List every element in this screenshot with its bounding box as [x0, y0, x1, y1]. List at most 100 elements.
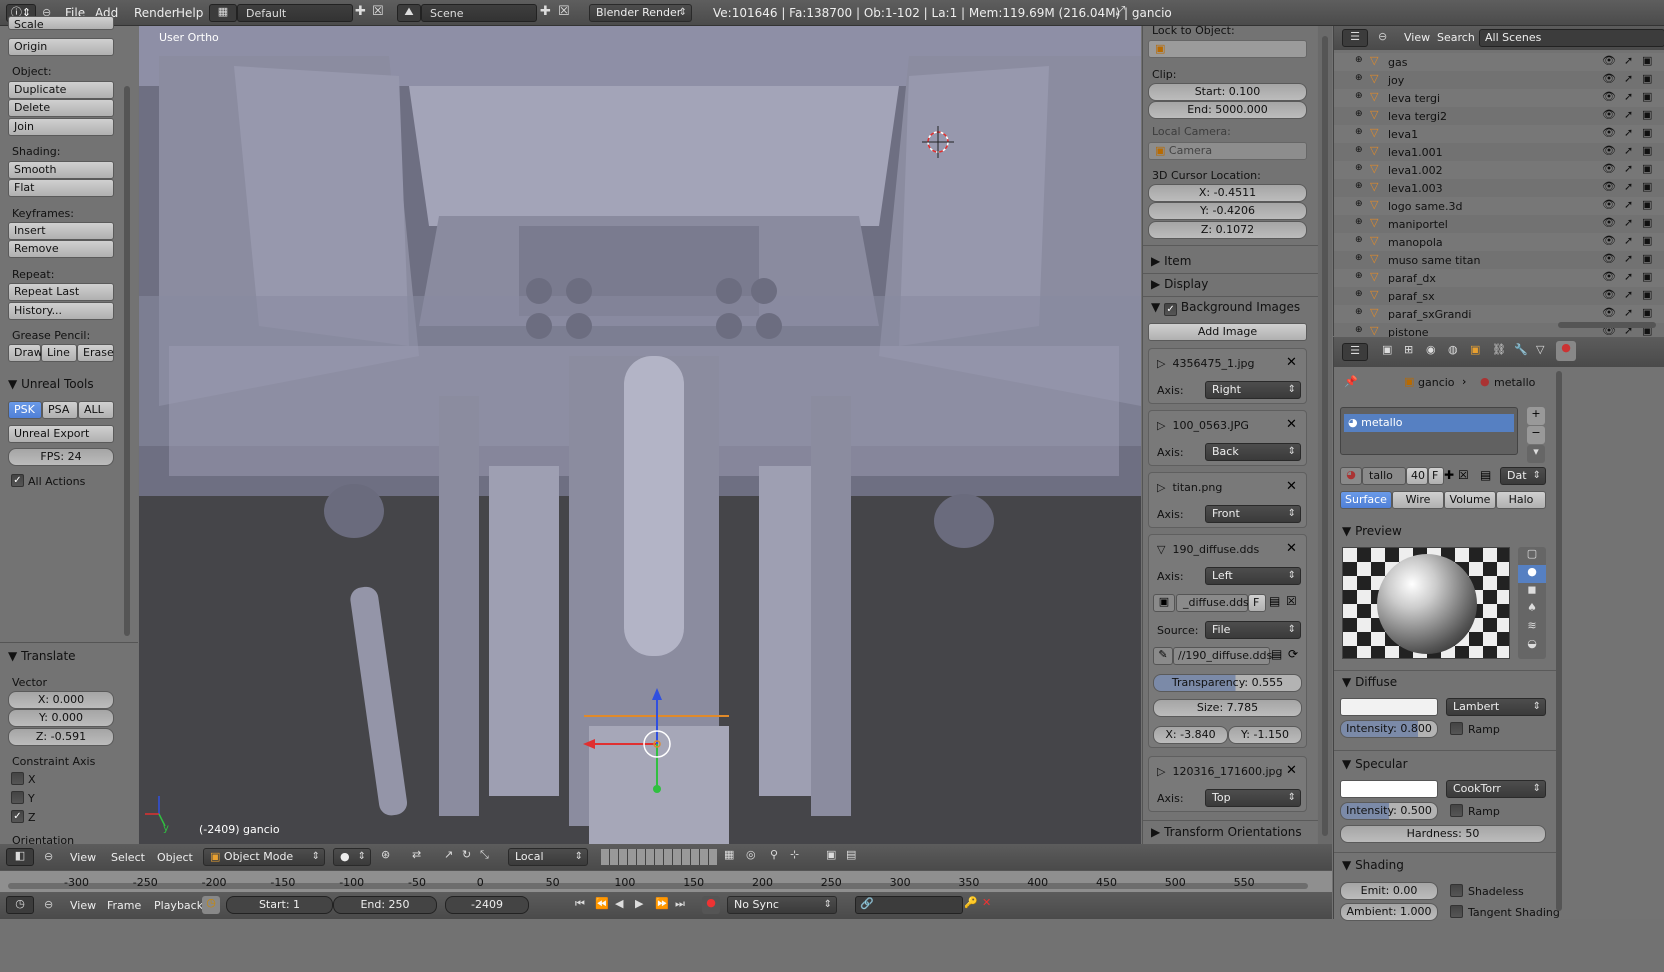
background-images-header[interactable]: ▼ ✓ Background Images — [1151, 300, 1300, 316]
renderable-camera-icon[interactable]: ▣ — [1642, 72, 1652, 85]
specular-intensity-slider[interactable]: Intensity: 0.500 — [1340, 802, 1438, 820]
selectable-cursor-icon[interactable]: ➚ — [1624, 180, 1633, 193]
visibility-eye-icon[interactable]: 👁 — [1602, 90, 1616, 103]
shading-header[interactable]: ▼ Shading — [1342, 858, 1404, 872]
clip-start-field[interactable]: Start: 0.100 — [1148, 83, 1307, 101]
clip-end-field[interactable]: End: 5000.000 — [1148, 101, 1307, 119]
layout-icon[interactable]: ▦ — [209, 4, 237, 22]
timeline-frame-menu[interactable]: Frame — [107, 899, 141, 912]
preview-range-icon[interactable]: ◷ — [202, 896, 220, 914]
image-fake-user-button[interactable]: F — [1248, 594, 1266, 612]
path-browse-icon[interactable]: ▤ — [1271, 647, 1282, 661]
current-frame-field[interactable]: -2409 — [445, 896, 529, 914]
preview-flat-icon[interactable]: ▢ — [1518, 547, 1546, 565]
specular-ramp-checkbox[interactable] — [1450, 804, 1463, 817]
outliner-item[interactable]: ⊕ ▽ gas 👁 ➚ ▣ — [1334, 53, 1664, 71]
psk-tab[interactable]: PSK — [8, 401, 42, 419]
scene-selector[interactable]: Scene — [421, 4, 537, 22]
renderable-camera-icon[interactable]: ▣ — [1642, 270, 1652, 283]
material-name-field[interactable]: tallo — [1362, 467, 1406, 485]
collapse-icon[interactable]: ⊖ — [44, 898, 53, 911]
duplicate-button[interactable]: Duplicate — [8, 81, 114, 99]
transparency-slider[interactable]: Transparency: 0.555 — [1153, 674, 1302, 692]
translate-header[interactable]: ▼ Translate — [8, 649, 76, 663]
record-icon[interactable]: ● — [702, 896, 720, 914]
sync-select[interactable]: No Sync — [727, 896, 837, 914]
viewport-view-menu[interactable]: View — [70, 851, 96, 864]
axis-2-select[interactable]: Back — [1205, 443, 1301, 461]
outliner-item[interactable]: ⊕ ▽ paraf_dx 👁 ➚ ▣ — [1334, 269, 1664, 287]
expand-icon[interactable]: ⊕ — [1355, 199, 1363, 209]
diffuse-shader-select[interactable]: Lambert — [1446, 698, 1546, 716]
expand-icon[interactable]: ⊕ — [1355, 307, 1363, 317]
diffuse-header[interactable]: ▼ Diffuse — [1342, 675, 1397, 689]
selectable-cursor-icon[interactable]: ➚ — [1624, 288, 1633, 301]
constraint-y-checkbox[interactable] — [11, 791, 24, 804]
layout-selector[interactable]: Default — [237, 4, 353, 22]
constraint-z-checkbox[interactable]: ✓ — [11, 810, 24, 823]
expand-icon[interactable]: ⊕ — [1355, 289, 1363, 299]
repeat-last-button[interactable]: Repeat Last — [8, 283, 114, 301]
visibility-eye-icon[interactable]: 👁 — [1602, 252, 1616, 265]
object-tab-icon[interactable]: ▣ — [1470, 343, 1480, 356]
outliner-item[interactable]: ⊕ ▽ leva1.001 👁 ➚ ▣ — [1334, 143, 1664, 161]
proportional-edit-icon[interactable]: ◎ — [746, 848, 756, 861]
image-open-icon[interactable]: ▤ — [1269, 594, 1280, 608]
visibility-eye-icon[interactable]: 👁 — [1602, 288, 1616, 301]
visibility-eye-icon[interactable]: 👁 — [1602, 198, 1616, 211]
item-panel-header[interactable]: ▶ Item — [1151, 254, 1191, 268]
halo-tab[interactable]: Halo — [1496, 491, 1546, 509]
diffuse-intensity-slider[interactable]: Intensity: 0.800 — [1340, 720, 1438, 738]
viewport-editor-icon[interactable]: ◧ — [6, 848, 34, 866]
visibility-eye-icon[interactable]: 👁 — [1602, 54, 1616, 67]
renderable-camera-icon[interactable]: ▣ — [1642, 90, 1652, 103]
outliner-item[interactable]: ⊕ ▽ manopola 👁 ➚ ▣ — [1334, 233, 1664, 251]
selectable-cursor-icon[interactable]: ➚ — [1624, 54, 1633, 67]
translate-gizmo-icon[interactable]: ↗ — [444, 848, 453, 861]
cursor-x-field[interactable]: X: -0.4511 — [1148, 184, 1307, 202]
expand-icon[interactable]: ⊕ — [1355, 55, 1363, 65]
axis-4-select[interactable]: Left — [1205, 567, 1301, 585]
jump-end-icon[interactable]: ⏭ — [675, 897, 685, 911]
smooth-button[interactable]: Smooth — [8, 161, 114, 179]
preview-cube-icon[interactable]: ◼ — [1518, 583, 1546, 601]
selectable-cursor-icon[interactable]: ➚ — [1624, 72, 1633, 85]
size-field[interactable]: Size: 7.785 — [1153, 699, 1302, 717]
background-images-checkbox[interactable]: ✓ — [1164, 303, 1178, 316]
axis-1-select[interactable]: Right — [1205, 381, 1301, 399]
fps-field[interactable]: FPS: 24 — [8, 448, 114, 466]
material-new-icon[interactable]: ✚ — [1444, 468, 1454, 482]
data-tab-icon[interactable]: ▽ — [1536, 343, 1544, 356]
shadeless-checkbox[interactable] — [1450, 884, 1463, 897]
outliner-item[interactable]: ⊕ ▽ leva1.002 👁 ➚ ▣ — [1334, 161, 1664, 179]
selectable-cursor-icon[interactable]: ➚ — [1624, 216, 1633, 229]
material-fake-user-button[interactable]: F — [1428, 467, 1444, 485]
selectable-cursor-icon[interactable]: ➚ — [1624, 162, 1633, 175]
outliner-item[interactable]: ⊕ ▽ leva1.003 👁 ➚ ▣ — [1334, 179, 1664, 197]
viewport-select-menu[interactable]: Select — [111, 851, 145, 864]
snap-target-icon[interactable]: ⊹ — [790, 848, 799, 861]
world-tab-icon[interactable]: ◍ — [1448, 343, 1458, 356]
outliner-scope-select[interactable]: All Scenes — [1479, 29, 1664, 47]
psa-tab[interactable]: PSA — [42, 401, 78, 419]
timeline-editor-icon[interactable]: ◷ — [6, 896, 34, 914]
vector-x-field[interactable]: X: 0.000 — [8, 691, 114, 709]
history-button[interactable]: History... — [8, 302, 114, 320]
render-engine-select[interactable]: Blender Render — [589, 4, 692, 22]
scale-gizmo-icon[interactable]: ⤡ — [480, 848, 489, 862]
viewport-object-menu[interactable]: Object — [157, 851, 193, 864]
properties-editor-icon[interactable]: ☰ — [1342, 343, 1368, 361]
visibility-eye-icon[interactable]: 👁 — [1602, 270, 1616, 283]
vector-z-field[interactable]: Z: -0.591 — [8, 728, 114, 746]
scale-button[interactable]: Scale — [8, 16, 114, 31]
visibility-eye-icon[interactable]: 👁 — [1602, 216, 1616, 229]
close-layout-icon[interactable]: ☒ — [372, 4, 384, 19]
material-unlink-icon[interactable]: ☒ — [1458, 468, 1469, 482]
specular-shader-select[interactable]: CookTorr — [1446, 780, 1546, 798]
volume-tab[interactable]: Volume — [1444, 491, 1496, 509]
renderable-camera-icon[interactable]: ▣ — [1642, 162, 1652, 175]
remove-keyframe-button[interactable]: Remove — [8, 240, 114, 258]
wire-tab[interactable]: Wire — [1392, 491, 1444, 509]
transform-orientations-header[interactable]: ▶ Transform Orientations — [1151, 825, 1302, 839]
selectable-cursor-icon[interactable]: ➚ — [1624, 252, 1633, 265]
